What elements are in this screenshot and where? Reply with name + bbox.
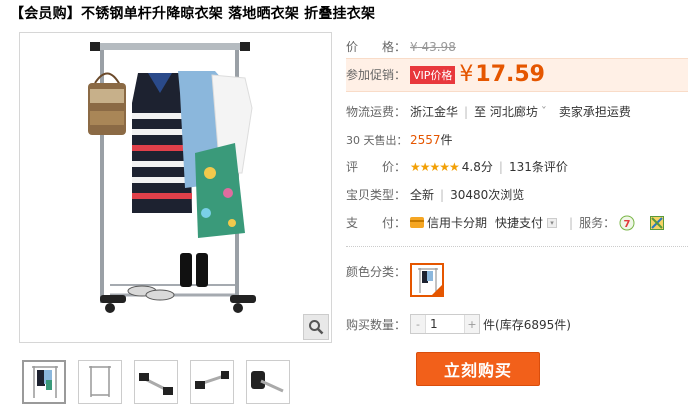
color-row: 颜色分类：: [346, 263, 444, 297]
quick-pay-link[interactable]: 快捷支付: [495, 214, 543, 231]
shipping-fee: 卖家承担运费: [558, 105, 631, 119]
shipping-to-prefix: 至: [474, 105, 487, 119]
color-option-selected[interactable]: [410, 263, 444, 297]
selected-check-icon: [432, 285, 442, 295]
thumbnail-2[interactable]: [78, 360, 122, 404]
main-product-image[interactable]: [19, 32, 332, 343]
type-row: 宝贝类型： 全新 | 30480次浏览: [346, 187, 525, 203]
guarantee-icon[interactable]: [649, 215, 665, 231]
payment-dropdown-icon[interactable]: ▾: [547, 217, 558, 228]
thumbnail-3-image: [139, 373, 173, 395]
product-title: 【会员购】不锈钢单杆升降晾衣架 落地晒衣架 折叠挂衣架: [10, 6, 376, 22]
quantity-row: 购买数量： - + 件 (库存6895件): [346, 314, 571, 334]
view-count: 30480次浏览: [450, 188, 525, 202]
credit-installment-link[interactable]: 信用卡分期: [427, 214, 487, 231]
thumbnail-4[interactable]: [190, 360, 234, 404]
thumbnail-5-image: [251, 371, 284, 393]
promo-row: 参加促销： VIP价格 ¥ 17.59: [346, 62, 545, 87]
shipping-from: 浙江金华: [410, 105, 459, 119]
thumbnail-5[interactable]: [246, 360, 290, 404]
zoom-button[interactable]: [303, 314, 329, 340]
quantity-decrease-button[interactable]: -: [411, 315, 425, 333]
vip-price-badge: VIP价格: [410, 65, 456, 84]
thumbnail-3[interactable]: [134, 360, 178, 404]
stock-count: (库存6895件): [495, 317, 571, 332]
destination-dropdown-icon[interactable]: ˇ: [541, 105, 547, 119]
credit-card-icon: [410, 217, 424, 228]
shipping-destination[interactable]: 河北廊坊: [490, 103, 538, 120]
thumbnail-1-image: [32, 366, 58, 398]
promo-label: 参加促销：: [346, 68, 407, 82]
quantity-input[interactable]: [425, 315, 465, 333]
quantity-label: 购买数量：: [346, 317, 407, 332]
rating-score: 4.8分: [461, 160, 493, 174]
buy-now-button[interactable]: 立刻购买: [416, 352, 540, 386]
thumbnail-4-image: [195, 371, 229, 389]
quantity-unit: 件: [483, 317, 496, 332]
shipping-label: 物流运费：: [346, 105, 407, 119]
rating-row: 评 价： ★★★★★ 4.8分 | 131条评价: [346, 158, 568, 175]
sales-label: 30 天售出：: [346, 133, 408, 147]
sales-unit: 件: [440, 133, 453, 147]
review-count-link[interactable]: 131条评价: [509, 158, 568, 175]
quantity-stepper: - +: [410, 314, 480, 334]
shipping-row: 物流运费： 浙江金华 | 至 河北廊坊 ˇ 卖家承担运费: [346, 103, 631, 120]
promo-price: 17.59: [475, 62, 545, 87]
price-label: 价 格：: [346, 40, 407, 54]
rating-stars-icon: ★★★★★: [410, 159, 460, 174]
color-label: 颜色分类：: [346, 265, 407, 279]
sales-count: 2557: [410, 132, 441, 147]
seven-day-return-icon[interactable]: 7: [619, 214, 635, 231]
section-divider: [346, 246, 688, 247]
condition: 全新: [410, 188, 435, 202]
seven-day-return-glyph: 7: [624, 219, 631, 230]
thumbnail-strip: [22, 360, 302, 404]
promo-currency: ¥: [459, 62, 474, 87]
clothes-rack-image: [88, 42, 256, 313]
quantity-increase-button[interactable]: +: [465, 315, 479, 333]
payment-label: 支 付：: [346, 216, 407, 230]
original-price: ¥ 43.98: [410, 39, 456, 54]
sales-row: 30 天售出： 2557 件: [346, 131, 453, 148]
payment-row: 支 付： 信用卡分期 快捷支付 ▾ | 服务： 7: [346, 214, 665, 231]
rating-label: 评 价：: [346, 160, 407, 174]
thumbnail-1[interactable]: [22, 360, 66, 404]
price-row: 价 格： ¥ 43.98: [346, 38, 456, 55]
service-label: 服务：: [579, 216, 616, 230]
type-label: 宝贝类型：: [346, 188, 407, 202]
magnifier-icon: [309, 320, 324, 335]
thumbnail-2-image: [89, 366, 111, 397]
